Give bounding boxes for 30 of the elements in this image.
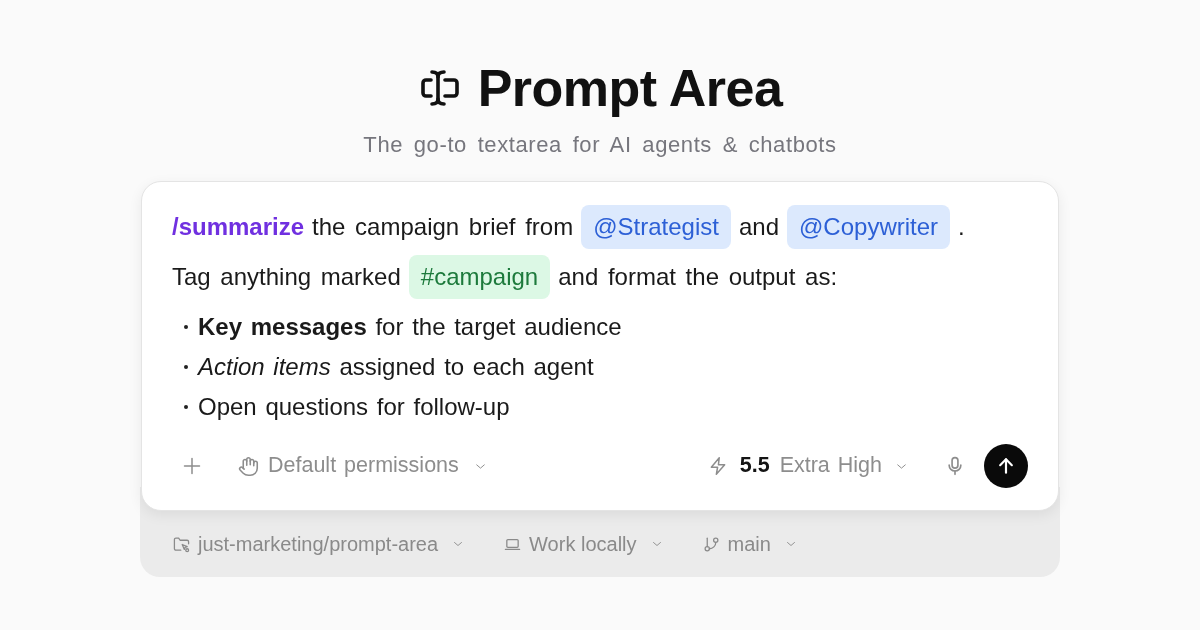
page-subtitle: The go-to textarea for AI agents & chatbots [363,131,837,159]
prompt-text: Tag anything marked [172,262,401,292]
bullet-icon [184,405,188,409]
hashtag-chip: #campaign [408,255,551,299]
bullet-icon [184,325,188,329]
prompt-text: and format the output as: [558,262,838,292]
mention-chip: @Copywriter [787,205,951,249]
folder-icon [173,535,190,553]
model-dropdown[interactable]: 5.5 Extra High [707,455,908,477]
send-button[interactable] [984,444,1028,488]
prompt-text: the campaign brief from [312,212,574,242]
permissions-dropdown[interactable]: Default permissions [238,455,487,477]
bullet-icon [184,365,188,369]
prompt-text: and [738,212,779,242]
bullet-text: Action items assigned to each agent [198,352,594,382]
microphone-button[interactable] [945,455,965,477]
footer-dropdown[interactable]: just-marketing/prompt-area [173,534,465,554]
git-branch-icon [702,535,720,553]
plus-icon [182,456,202,476]
command-text: /summarize [172,212,305,242]
prompt-textarea[interactable] [141,181,1059,511]
hand-icon [238,455,259,477]
bullet-text: Open questions for follow-up [198,392,510,422]
microphone-icon [945,455,965,477]
arrow-up-icon [996,456,1016,476]
footer-dropdown[interactable]: main [702,534,797,554]
bullet-text: Key messages for the target audience [198,312,622,342]
footer-dropdown[interactable]: Work locally [504,534,663,554]
prompt-text: . [958,212,965,242]
mention-chip: @Strategist [581,205,731,249]
